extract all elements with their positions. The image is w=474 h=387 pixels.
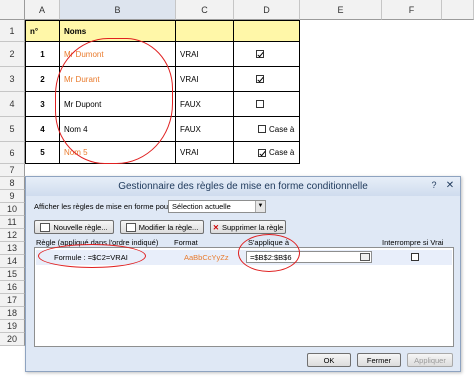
- row-header-13[interactable]: 13: [0, 242, 25, 255]
- help-button[interactable]: ?: [428, 180, 440, 192]
- column-header-g[interactable]: [442, 0, 474, 20]
- row-header-1[interactable]: 1: [0, 20, 25, 42]
- checkbox-row-2[interactable]: [256, 50, 264, 58]
- cell-b2[interactable]: Mr Dumont: [60, 42, 176, 67]
- cell-d5[interactable]: Case à: [234, 117, 300, 142]
- close-button[interactable]: Fermer: [357, 353, 401, 367]
- row-header-17[interactable]: 17: [0, 294, 25, 307]
- applies-to-value: =$B$2:$B$6: [250, 252, 292, 262]
- row-header-4[interactable]: 4: [0, 92, 25, 117]
- row-header-14[interactable]: 14: [0, 255, 25, 268]
- row-header-10[interactable]: 10: [0, 203, 25, 216]
- cell-c5[interactable]: FAUX: [176, 117, 234, 142]
- cell-a6[interactable]: 5: [25, 142, 60, 164]
- column-header-c[interactable]: C: [176, 0, 234, 20]
- delete-rule-button[interactable]: ✕ Supprimer la règle: [210, 220, 286, 234]
- show-rules-select[interactable]: Sélection actuelle ▼: [168, 200, 266, 213]
- new-rule-label: Nouvelle règle...: [53, 222, 108, 232]
- close-icon[interactable]: ✕: [444, 180, 456, 192]
- row-header-19[interactable]: 19: [0, 320, 25, 333]
- row-header-3[interactable]: 3: [0, 67, 25, 92]
- checkbox-label-row-6: Case à: [269, 148, 295, 157]
- column-header-e[interactable]: E: [300, 0, 382, 20]
- edit-rule-label: Modifier la règle...: [138, 222, 199, 232]
- col-stop-header: Interrompre si Vrai: [382, 238, 444, 247]
- row-header-16[interactable]: 16: [0, 281, 25, 294]
- cell-b1[interactable]: Noms: [60, 20, 176, 42]
- checkbox-row-4[interactable]: [256, 100, 264, 108]
- cell-b3[interactable]: Mr Durant: [60, 67, 176, 92]
- cell-c2[interactable]: VRAI: [176, 42, 234, 67]
- ok-button[interactable]: OK: [307, 353, 351, 367]
- checkbox-row-5[interactable]: [258, 125, 266, 133]
- column-header-f[interactable]: F: [382, 0, 442, 20]
- edit-rule-button[interactable]: Modifier la règle...: [120, 220, 204, 234]
- col-rule-header: Règle (appliqué dans l'ordre indiqué): [36, 238, 159, 247]
- cell-a3[interactable]: 2: [25, 67, 60, 92]
- cell-d1[interactable]: [234, 20, 300, 42]
- cell-a5[interactable]: 4: [25, 117, 60, 142]
- dialog-title: Gestionnaire des règles de mise en forme…: [26, 177, 460, 196]
- stop-if-true-checkbox[interactable]: [411, 253, 419, 261]
- range-picker-icon[interactable]: [360, 253, 370, 261]
- row-header-8[interactable]: 8: [0, 177, 25, 190]
- cell-a4[interactable]: 3: [25, 92, 60, 117]
- checkbox-label-row-5: Case à: [269, 124, 295, 134]
- rules-list[interactable]: Formule : =$C2=VRAI AaBbCcYyZz =$B$2:$B$…: [34, 247, 454, 347]
- cell-d4[interactable]: [234, 92, 300, 117]
- rule-row[interactable]: Formule : =$C2=VRAI AaBbCcYyZz =$B$2:$B$…: [36, 250, 452, 265]
- cell-a2[interactable]: 1: [25, 42, 60, 67]
- row-header-6[interactable]: 6: [0, 142, 25, 164]
- cell-b5[interactable]: Nom 4: [60, 117, 176, 142]
- cell-d3[interactable]: [234, 67, 300, 92]
- col-format-header: Format: [174, 238, 198, 247]
- new-rule-button[interactable]: Nouvelle règle...: [34, 220, 114, 234]
- row-header-9[interactable]: 9: [0, 190, 25, 203]
- apply-button[interactable]: Appliquer: [407, 353, 453, 367]
- chevron-down-icon: ▼: [255, 201, 265, 212]
- row-header-12[interactable]: 12: [0, 229, 25, 242]
- row-header-15[interactable]: 15: [0, 268, 25, 281]
- cell-b4[interactable]: Mr Dupont: [60, 92, 176, 117]
- row-header-11[interactable]: 11: [0, 216, 25, 229]
- edit-rule-icon: [125, 222, 136, 232]
- row-header-5[interactable]: 5: [0, 117, 25, 142]
- row-header-7[interactable]: 7: [0, 164, 25, 177]
- cell-c4[interactable]: FAUX: [176, 92, 234, 117]
- new-rule-icon: [40, 222, 51, 232]
- conditional-formatting-dialog: Gestionnaire des règles de mise en forme…: [25, 176, 461, 372]
- cell-c6[interactable]: VRAI: [176, 142, 234, 164]
- row-header-2[interactable]: 2: [0, 42, 25, 67]
- checkbox-row-6[interactable]: [258, 148, 266, 157]
- delete-x-icon: ✕: [212, 222, 219, 232]
- row-header-20[interactable]: 20: [0, 333, 25, 346]
- show-rules-label: Afficher les règles de mise en forme pou…: [34, 202, 175, 211]
- cell-c3[interactable]: VRAI: [176, 67, 234, 92]
- show-rules-value: Sélection actuelle: [172, 202, 231, 211]
- col-applies-header: S'applique à: [248, 238, 290, 247]
- select-all-corner[interactable]: [0, 0, 25, 20]
- checkbox-row-3[interactable]: [256, 75, 264, 83]
- cell-d2[interactable]: [234, 42, 300, 67]
- column-header-a[interactable]: A: [25, 0, 60, 20]
- cell-b6[interactable]: Nom 5: [60, 142, 176, 164]
- rule-formula: Formule : =$C2=VRAI: [54, 253, 128, 262]
- rule-format-preview: AaBbCcYyZz: [184, 253, 229, 262]
- cell-a1[interactable]: n°: [25, 20, 60, 42]
- column-header-b[interactable]: B: [60, 0, 176, 20]
- applies-to-field[interactable]: =$B$2:$B$6: [246, 251, 372, 263]
- row-header-18[interactable]: 18: [0, 307, 25, 320]
- delete-rule-label: Supprimer la règle: [222, 222, 284, 232]
- column-header-d[interactable]: D: [234, 0, 300, 20]
- cell-c1[interactable]: [176, 20, 234, 42]
- cell-d6[interactable]: Case à: [234, 142, 300, 164]
